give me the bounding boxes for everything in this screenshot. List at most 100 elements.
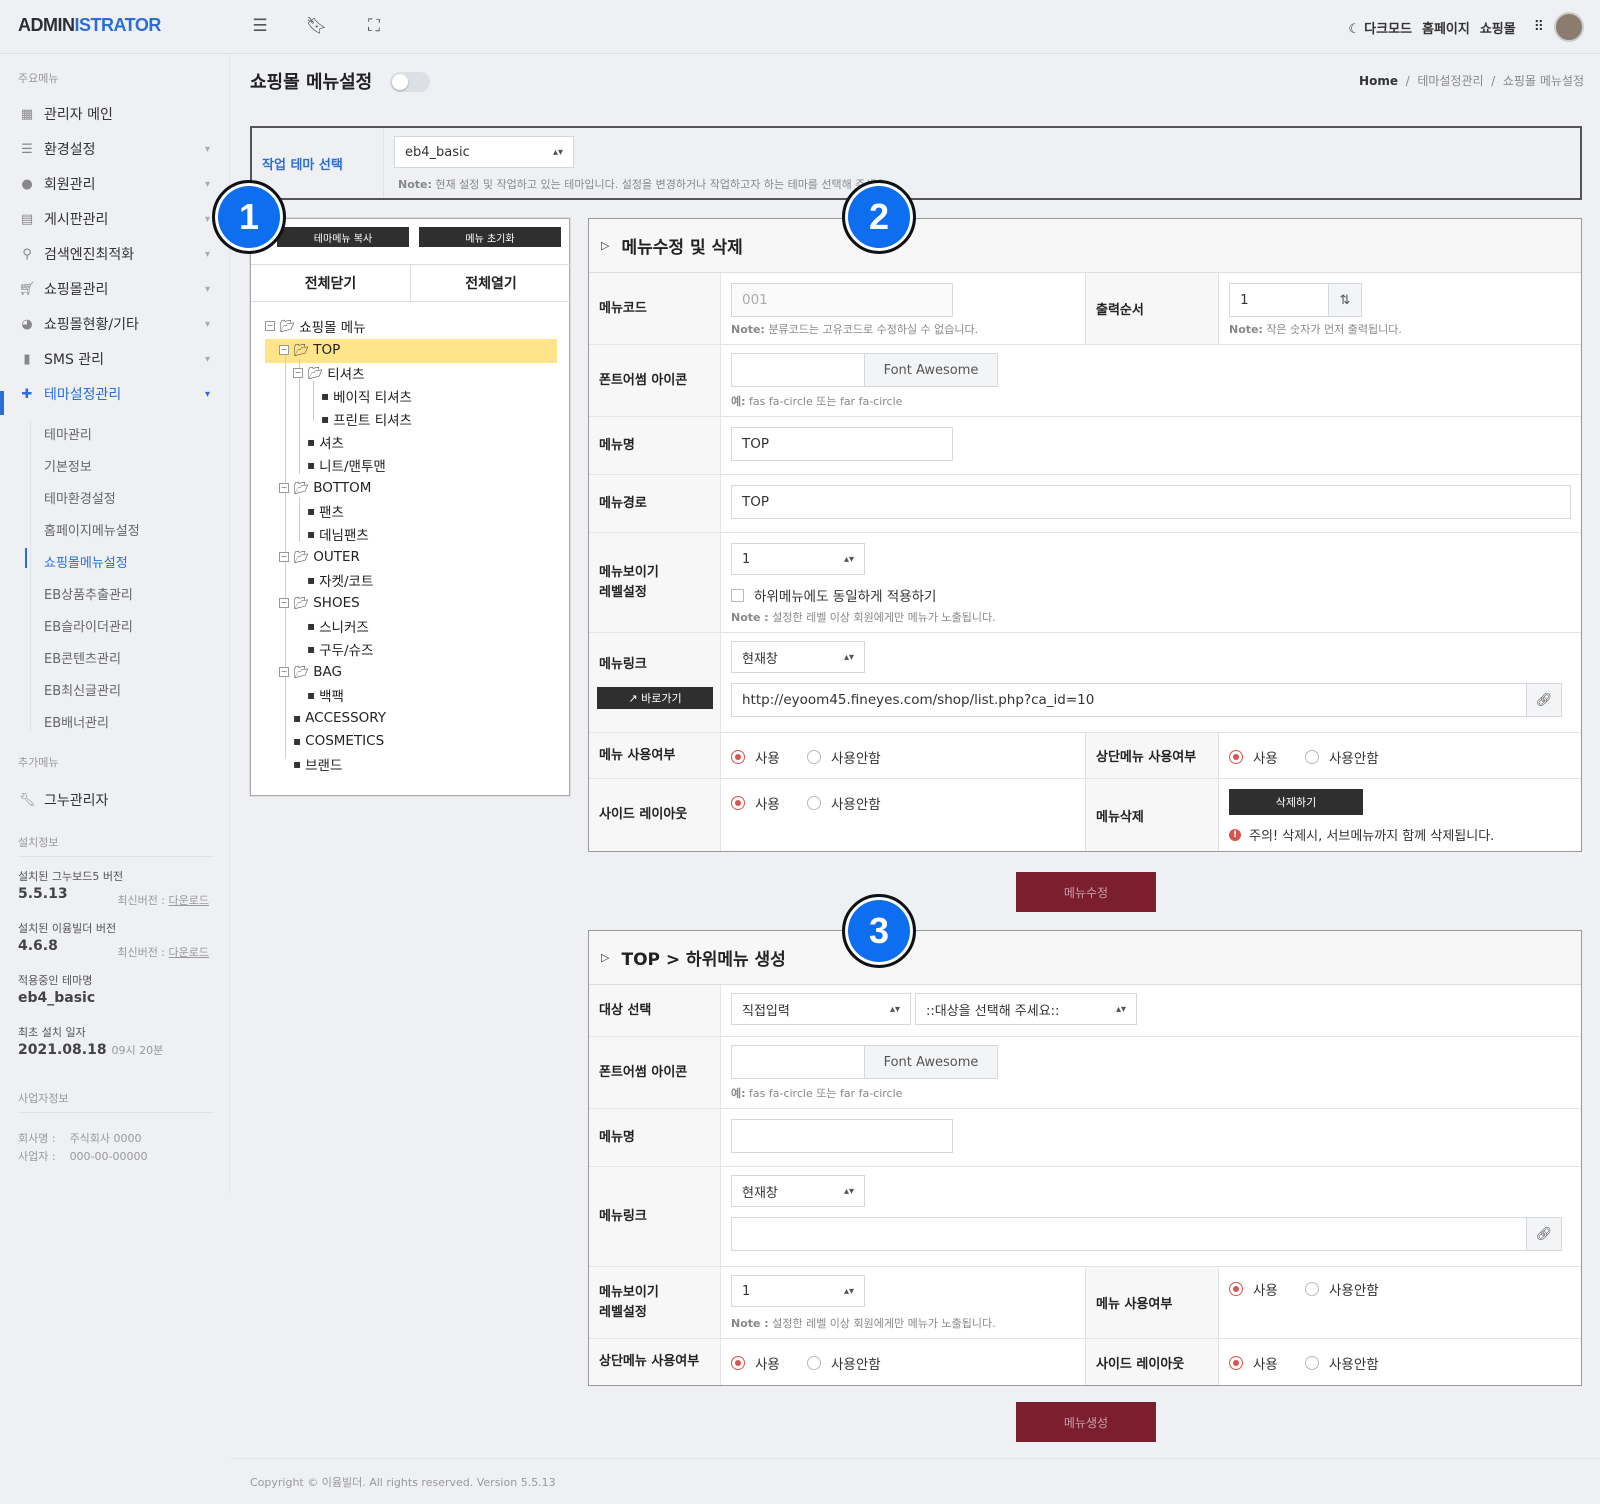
avatar[interactable] <box>1554 12 1584 42</box>
sidebar-subitem[interactable]: EB배너관리 <box>44 712 109 731</box>
side-yes-radio[interactable]: 사용 <box>731 793 780 813</box>
sidebar-item-gnu-admin[interactable]: 🔧︎ 그누관리자 <box>18 788 214 812</box>
side-no-radio[interactable]: 사용안함 <box>807 793 881 813</box>
use-no-radio[interactable]: 사용안함 <box>1305 1279 1379 1299</box>
sidebar-subitem[interactable]: EB슬라이더관리 <box>44 616 133 635</box>
goto-link-button[interactable]: ↗ 바로가기 <box>597 687 713 709</box>
sidebar-subitem-shop-menu[interactable]: 쇼핑몰메뉴설정 <box>44 552 128 571</box>
sidebar-item-admin-main[interactable]: ▦ 관리자 메인 <box>18 102 214 126</box>
sidebar-subitem[interactable]: EB상품추출관리 <box>44 584 133 603</box>
menu-name-input[interactable] <box>731 1119 953 1153</box>
update-menu-button[interactable]: 메뉴수정 <box>1016 872 1156 912</box>
sidebar-item-sms[interactable]: ▮ SMS 관리 ▾ <box>18 347 214 371</box>
sidebar-item-boards[interactable]: ▤ 게시판관리 ▾ <box>18 207 214 231</box>
sidebar-item-members[interactable]: ● 회원관리 ▾ <box>18 172 214 196</box>
tree-node[interactable]: ▪ 니트/맨투맨 <box>307 454 386 476</box>
link-url-input[interactable]: http://eyoom45.fineyes.com/shop/list.php… <box>731 683 1527 717</box>
shop-link[interactable]: 쇼핑몰 <box>1480 18 1516 37</box>
side-no-radio[interactable]: 사용안함 <box>1305 1353 1379 1373</box>
copy-theme-menu-button[interactable]: 테마메뉴 복사 <box>277 227 409 247</box>
top-use-yes-radio[interactable]: 사용 <box>731 1353 780 1373</box>
tree-node[interactable]: ▪ 브랜드 <box>293 753 342 775</box>
tree-node[interactable]: − 📂︎ BAG <box>279 661 342 683</box>
breadcrumb-home[interactable]: Home <box>1359 74 1398 88</box>
sidebar-subitem[interactable]: 기본정보 <box>44 456 92 475</box>
tree-node[interactable]: ▪ 자켓/코트 <box>307 569 373 591</box>
bookmark-icon[interactable]: 🔖︎ <box>306 16 328 36</box>
dark-mode-toggle[interactable]: ☾ 다크모드 <box>1348 18 1412 37</box>
sidebar-subitem[interactable]: 테마환경설정 <box>44 488 116 507</box>
tree-node[interactable]: ▪ 데님팬츠 <box>307 523 369 545</box>
tree-node[interactable]: − 📂︎ OUTER <box>279 546 360 568</box>
tree-node[interactable]: ▪ ACCESSORY <box>293 707 386 729</box>
link-target-select[interactable]: 현재창 ▴▾ <box>731 1175 865 1207</box>
link-target-select[interactable]: 현재창 ▴▾ <box>731 641 865 673</box>
sidebar-subitem[interactable]: EB콘텐츠관리 <box>44 648 121 667</box>
sidebar-item-settings[interactable]: ☰ 환경설정 ▾ <box>18 137 214 161</box>
icon-input[interactable] <box>731 1045 865 1079</box>
link-url-input[interactable] <box>731 1217 1527 1251</box>
top-use-no-radio[interactable]: 사용안함 <box>807 1353 881 1373</box>
side-yes-radio[interactable]: 사용 <box>1229 1353 1278 1373</box>
tree-node[interactable]: ▪ 스니커즈 <box>307 615 369 637</box>
collapse-icon[interactable]: − <box>279 345 289 355</box>
collapse-all-button[interactable]: 전체닫기 <box>251 264 411 302</box>
create-menu-button[interactable]: 메뉴생성 <box>1016 1402 1156 1442</box>
font-awesome-button[interactable]: Font Awesome <box>864 353 998 387</box>
fullscreen-icon[interactable]: ⛶ <box>364 16 384 36</box>
target-type-select[interactable]: 직접입력 ▴▾ <box>731 993 911 1025</box>
download-link[interactable]: 다운로드 <box>169 946 209 959</box>
tree-node[interactable]: ▪ 구두/슈즈 <box>307 638 373 660</box>
breadcrumb-item[interactable]: 테마설정관리 <box>1417 74 1483 88</box>
tree-node-top[interactable]: − 📂︎ TOP <box>279 339 340 361</box>
sidebar-subitem[interactable]: EB최신글관리 <box>44 680 121 699</box>
sidebar-item-theme-settings[interactable]: ✚ 테마설정관리 ▾ <box>18 382 214 406</box>
collapse-icon[interactable]: − <box>279 667 289 677</box>
tree-node[interactable]: ▪ 프린트 티셔츠 <box>321 408 412 430</box>
tree-node[interactable]: − 📂︎ 티셔츠 <box>293 362 365 384</box>
apps-grid-icon[interactable]: ⠿ <box>1534 19 1544 35</box>
tree-node[interactable]: ▪ 베이직 티셔츠 <box>321 385 412 407</box>
order-input[interactable]: 1 <box>1229 283 1329 317</box>
admin-logo[interactable]: ADMINISTRATOR <box>18 15 161 36</box>
tree-node[interactable]: − 📂︎ BOTTOM <box>279 477 371 499</box>
sidebar-subitem[interactable]: 테마관리 <box>44 424 92 443</box>
tree-node[interactable]: ▪ 백팩 <box>307 684 344 706</box>
reset-menu-button[interactable]: 메뉴 초기화 <box>419 227 561 247</box>
sidebar-subitem[interactable]: 홈페이지메뉴설정 <box>44 520 140 539</box>
sidebar-item-shop-admin[interactable]: 🛒︎ 쇼핑몰관리 ▾ <box>18 277 214 301</box>
hamburger-menu-icon[interactable]: ☰ <box>250 16 270 36</box>
theme-select[interactable]: eb4_basic ▴▾ <box>394 136 574 168</box>
collapse-icon[interactable]: − <box>279 598 289 608</box>
target-select[interactable]: ::대상을 선택해 주세요:: ▴▾ <box>915 993 1137 1025</box>
delete-button[interactable]: 삭제하기 <box>1229 789 1363 815</box>
sidebar-item-shop-stats[interactable]: ◕ 쇼핑몰현황/기타 ▾ <box>18 312 214 336</box>
collapse-icon[interactable]: − <box>293 368 303 378</box>
use-no-radio[interactable]: 사용안함 <box>807 747 881 767</box>
tree-node[interactable]: ▪ 셔츠 <box>307 431 344 453</box>
apply-sub-checkbox[interactable]: 하위메뉴에도 동일하게 적용하기 <box>731 585 936 605</box>
menu-path-input[interactable]: TOP <box>731 485 1571 519</box>
field-label: 메뉴명 <box>589 417 721 474</box>
top-use-no-radio[interactable]: 사용안함 <box>1305 747 1379 767</box>
use-yes-radio[interactable]: 사용 <box>1229 1279 1278 1299</box>
top-use-yes-radio[interactable]: 사용 <box>1229 747 1278 767</box>
tree-node[interactable]: ▪ 팬츠 <box>307 500 344 522</box>
level-select[interactable]: 1 ▴▾ <box>731 543 865 575</box>
level-select[interactable]: 1 ▴▾ <box>731 1275 865 1307</box>
icon-input[interactable] <box>731 353 865 387</box>
tree-node-root[interactable]: − 📂︎ 쇼핑몰 메뉴 <box>265 315 366 337</box>
tree-node[interactable]: − 📂︎ SHOES <box>279 592 360 614</box>
download-link[interactable]: 다운로드 <box>169 894 209 907</box>
expand-all-button[interactable]: 전체열기 <box>411 264 571 302</box>
menu-name-input[interactable]: TOP <box>731 427 953 461</box>
font-awesome-button[interactable]: Font Awesome <box>864 1045 998 1079</box>
collapse-icon[interactable]: − <box>279 552 289 562</box>
sidebar-item-seo[interactable]: ⚲ 검색엔진최적화 ▾ <box>18 242 214 266</box>
page-toggle-switch[interactable] <box>390 72 430 92</box>
homepage-link[interactable]: 홈페이지 <box>1422 18 1470 37</box>
tree-node[interactable]: ▪ COSMETICS <box>293 730 384 752</box>
collapse-icon[interactable]: − <box>265 321 275 331</box>
collapse-icon[interactable]: − <box>279 483 289 493</box>
use-yes-radio[interactable]: 사용 <box>731 747 780 767</box>
